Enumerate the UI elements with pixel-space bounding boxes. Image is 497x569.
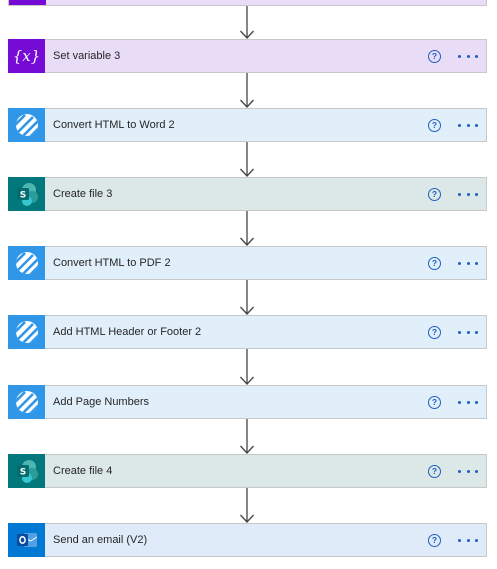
- flow-canvas: {x} Set variable 3? Convert HTML to Word 2…: [0, 0, 497, 569]
- step-card-send-an-email-v2[interactable]: Send an email (V2)?: [8, 522, 487, 557]
- step-card-create-file-3[interactable]: S Create file 3?: [8, 176, 487, 211]
- variable-icon: [9, 0, 46, 5]
- connector-arrow: [239, 6, 255, 39]
- step-card-add-page-numbers[interactable]: Add Page Numbers?: [8, 384, 487, 419]
- encodian-icon: [8, 314, 45, 349]
- help-icon[interactable]: ?: [428, 533, 441, 547]
- variable-icon: {x}: [8, 38, 45, 73]
- help-icon[interactable]: ?: [428, 187, 441, 201]
- connector-arrow: [239, 73, 255, 108]
- more-options-icon[interactable]: [458, 469, 478, 473]
- encodian-icon: [8, 384, 45, 419]
- step-card-add-html-header-or-footer-2[interactable]: Add HTML Header or Footer 2?: [8, 314, 487, 349]
- svg-text:S: S: [19, 190, 25, 200]
- step-card-convert-html-to-pdf-2[interactable]: Convert HTML to PDF 2?: [8, 245, 487, 280]
- more-options-icon[interactable]: [458, 261, 478, 265]
- encodian-icon: [8, 245, 45, 280]
- step-title: Convert HTML to PDF 2: [53, 257, 171, 269]
- more-options-icon[interactable]: [458, 330, 478, 334]
- more-options-icon[interactable]: [458, 123, 478, 127]
- connector-arrow: [239, 142, 255, 177]
- connector-arrow: [239, 419, 255, 454]
- step-title: Set variable 3: [53, 50, 121, 62]
- help-icon[interactable]: ?: [428, 395, 441, 409]
- connector-arrow: [239, 349, 255, 385]
- help-icon[interactable]: ?: [428, 49, 441, 63]
- encodian-icon: [8, 107, 45, 142]
- sharepoint-icon: S: [8, 453, 45, 488]
- step-card-create-file-4[interactable]: S Create file 4?: [8, 453, 487, 488]
- sharepoint-icon: S: [8, 176, 45, 211]
- svg-text:{x}: {x}: [13, 47, 41, 65]
- help-icon[interactable]: ?: [428, 325, 441, 339]
- more-options-icon[interactable]: [458, 400, 478, 404]
- step-title: Add Page Numbers: [53, 396, 149, 408]
- more-options-icon[interactable]: [458, 54, 478, 58]
- help-icon[interactable]: ?: [428, 464, 441, 478]
- step-title: Create file 3: [53, 188, 113, 200]
- step-title: Send an email (V2): [53, 534, 148, 546]
- step-title: Create file 4: [53, 465, 113, 477]
- connector-arrow: [239, 211, 255, 246]
- more-options-icon[interactable]: [458, 538, 478, 542]
- step-card-convert-html-to-word-2[interactable]: Convert HTML to Word 2?: [8, 107, 487, 142]
- step-title: Add HTML Header or Footer 2: [53, 326, 202, 338]
- more-options-icon[interactable]: [458, 192, 478, 196]
- connector-arrow: [239, 488, 255, 523]
- help-icon[interactable]: ?: [428, 118, 441, 132]
- help-icon[interactable]: ?: [428, 256, 441, 270]
- connector-arrow: [239, 280, 255, 315]
- step-card-set-variable-3[interactable]: {x} Set variable 3?: [8, 38, 487, 73]
- svg-text:S: S: [19, 467, 25, 477]
- step-title: Convert HTML to Word 2: [53, 119, 175, 131]
- outlook-icon: [8, 522, 45, 557]
